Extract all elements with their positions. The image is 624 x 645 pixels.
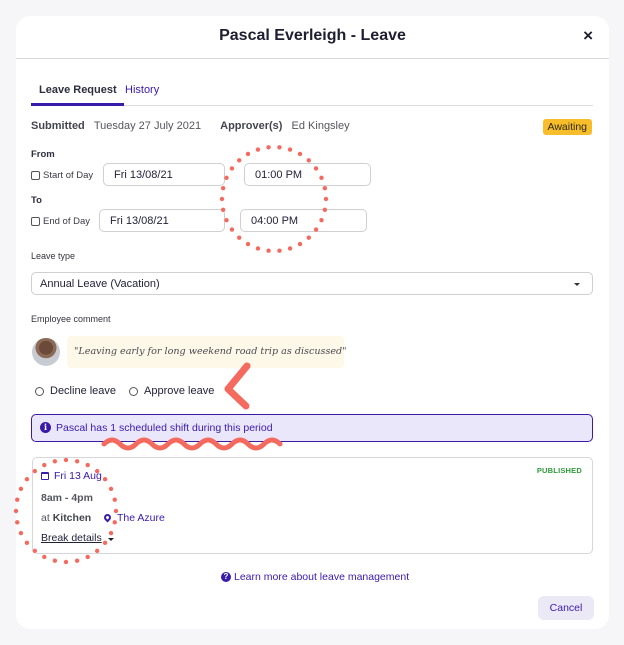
shift-area: at Kitchen [41, 512, 91, 524]
approver-label: Approver(s) [220, 120, 283, 132]
info-text: Pascal has 1 scheduled shift during this… [56, 422, 273, 434]
approver-value: Ed Kingsley [291, 120, 350, 132]
info-icon: i [40, 422, 51, 433]
end-of-day-checkbox[interactable]: End of Day [31, 216, 90, 227]
submitted-value: Tuesday 27 July 2021 [93, 120, 202, 132]
leave-modal: Pascal Everleigh - Leave × Leave Request… [16, 16, 609, 629]
shift-time: 8am - 4pm [41, 492, 93, 504]
status-badge: Awaiting [542, 119, 592, 135]
from-time-input[interactable]: 01:00 PM [244, 163, 371, 186]
learn-more-link[interactable]: ? Learn more about leave management [221, 571, 409, 583]
decline-leave-radio[interactable]: Decline leave [35, 385, 116, 397]
start-of-day-label: Start of Day [43, 170, 94, 181]
leave-type-value: Annual Leave (Vacation) [40, 278, 160, 290]
chevron-down-icon [574, 283, 580, 286]
radio-circle[interactable] [35, 386, 44, 396]
map-pin-icon [102, 512, 113, 522]
checkbox-box[interactable] [31, 171, 40, 180]
learn-more-text: Learn more about leave management [234, 571, 410, 583]
to-time-input[interactable]: 04:00 PM [240, 209, 367, 232]
tab-bar: Leave Request History [31, 84, 593, 106]
cancel-button[interactable]: Cancel [538, 596, 594, 620]
end-of-day-label: End of Day [43, 216, 90, 227]
calendar-icon [41, 472, 49, 480]
at-prefix: at [41, 512, 50, 524]
shift-date-text: Fri 13 Aug [54, 470, 102, 482]
approve-leave-radio[interactable]: Approve leave [129, 385, 214, 397]
checkbox-box[interactable] [31, 217, 40, 226]
avatar [32, 338, 60, 366]
venue-name: The Azure [117, 512, 165, 524]
from-label: From [31, 149, 55, 160]
venue-link[interactable]: The Azure [102, 512, 165, 524]
tab-leave-request[interactable]: Leave Request [31, 84, 124, 106]
tab-history[interactable]: History [125, 84, 159, 102]
modal-title: Pascal Everleigh - Leave [219, 27, 406, 44]
approve-leave-label: Approve leave [144, 385, 215, 397]
published-badge: PUBLISHED [536, 466, 582, 475]
employee-comment: "Leaving early for long weekend road tri… [67, 336, 347, 368]
employee-comment-label: Employee comment [31, 314, 111, 324]
to-date-input[interactable]: Fri 13/08/21 [99, 209, 225, 232]
break-details-toggle[interactable]: Break details [41, 532, 114, 544]
break-details-label: Break details [41, 532, 102, 544]
radio-circle[interactable] [129, 386, 138, 396]
request-meta: Submitted Tuesday 27 July 2021 Approver(… [31, 120, 356, 132]
shift-date: Fri 13 Aug [41, 470, 102, 482]
decline-leave-label: Decline leave [50, 385, 117, 397]
close-icon: × [583, 26, 593, 45]
help-icon: ? [221, 572, 231, 582]
close-button[interactable]: × [583, 26, 593, 46]
start-of-day-checkbox[interactable]: Start of Day [31, 170, 93, 181]
caret-down-icon [107, 537, 114, 541]
leave-type-select[interactable]: Annual Leave (Vacation) [31, 272, 593, 295]
from-date-input[interactable]: Fri 13/08/21 [103, 163, 225, 186]
scheduled-shift-info: i Pascal has 1 scheduled shift during th… [31, 414, 593, 442]
shift-area-name: Kitchen [52, 512, 92, 524]
modal-header: Pascal Everleigh - Leave × [16, 16, 609, 59]
leave-type-label: Leave type [31, 251, 76, 261]
submitted-label: Submitted [31, 120, 85, 132]
to-label: To [31, 195, 42, 206]
shift-card: Fri 13 Aug 8am - 4pm at Kitchen The Azur… [32, 457, 593, 554]
